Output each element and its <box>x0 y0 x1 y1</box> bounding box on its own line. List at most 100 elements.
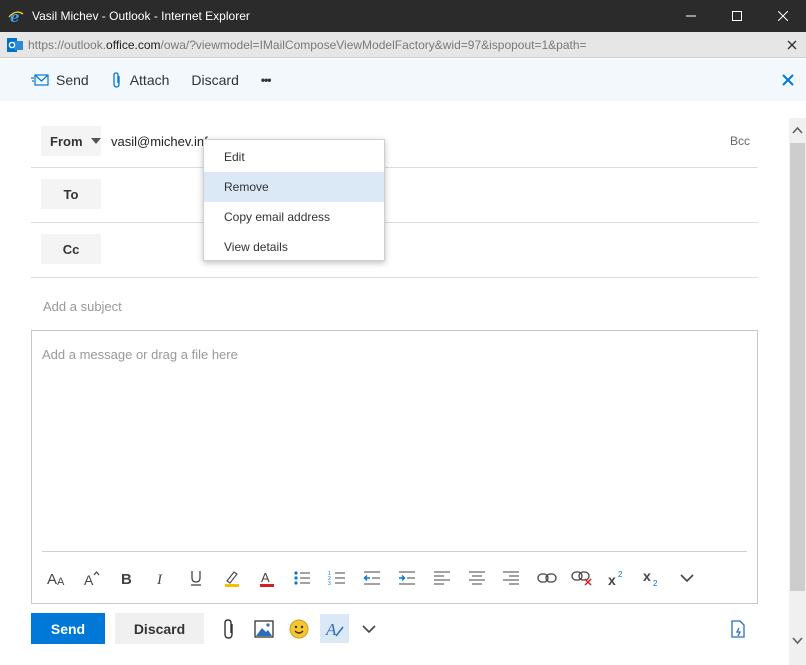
cc-label: Cc <box>62 241 80 257</box>
url-text[interactable]: https://outlook.office.com/owa/?viewmode… <box>28 38 768 52</box>
maximize-button[interactable] <box>714 0 760 32</box>
align-center-icon <box>469 571 485 585</box>
bullets-icon <box>294 571 310 585</box>
more-bottom-button[interactable] <box>356 616 382 642</box>
align-right-button[interactable] <box>500 567 522 589</box>
window-title: Vasil Michev - Outlook - Internet Explor… <box>32 9 250 23</box>
svg-text:2: 2 <box>653 579 658 587</box>
toolbar-attach-button[interactable]: Attach <box>111 72 169 88</box>
close-window-button[interactable] <box>760 0 806 32</box>
insert-link-button[interactable] <box>536 567 558 589</box>
more-options-icon <box>680 574 694 583</box>
svg-text:x: x <box>608 572 616 586</box>
address-bar[interactable]: https://outlook.office.com/owa/?viewmode… <box>0 32 806 58</box>
italic-button[interactable]: I <box>151 567 173 589</box>
popout-options-button[interactable] <box>725 616 751 642</box>
menu-item-label: View details <box>224 240 288 254</box>
paperclip-icon <box>224 619 233 639</box>
compose-toolbar: Send Attach Discard ••• <box>0 59 806 101</box>
subscript-button[interactable]: x2 <box>641 567 663 589</box>
svg-text:A: A <box>325 620 337 639</box>
message-body[interactable] <box>31 330 758 604</box>
decrease-indent-icon <box>363 571 380 585</box>
menu-item-copy-email-address[interactable]: Copy email address <box>204 202 384 232</box>
toolbar-more-button[interactable]: ••• <box>260 73 272 87</box>
close-icon[interactable] <box>784 37 800 53</box>
remove-link-icon <box>571 571 592 586</box>
increase-indent-button[interactable] <box>396 567 418 589</box>
menu-item-view-details[interactable]: View details <box>204 232 384 262</box>
subscript-icon: x2 <box>643 569 658 587</box>
svg-text:2: 2 <box>618 570 623 579</box>
scroll-up-arrow-icon[interactable] <box>791 124 804 137</box>
menu-item-edit[interactable]: Edit <box>204 142 384 172</box>
font-size-button[interactable]: AA <box>46 567 68 589</box>
send-button[interactable]: Send <box>31 613 105 644</box>
svg-text:A: A <box>261 570 270 585</box>
send-icon <box>31 74 49 86</box>
from-label: From <box>50 133 83 149</box>
highlight-button[interactable] <box>221 567 243 589</box>
maximize-icon <box>732 11 742 21</box>
document-lightning-icon <box>731 620 745 638</box>
scrollbar-thumb[interactable] <box>790 143 805 591</box>
font-color-button[interactable]: A <box>256 567 278 589</box>
numbering-button[interactable]: 123 <box>326 567 348 589</box>
toolbar-send-button[interactable]: Send <box>31 72 89 88</box>
toolbar-discard-label: Discard <box>191 72 239 88</box>
discard-button[interactable]: Discard <box>115 613 204 644</box>
bold-icon: B <box>121 571 132 586</box>
menu-item-remove[interactable]: Remove <box>204 172 384 202</box>
smiley-icon <box>289 619 309 639</box>
underline-icon <box>191 571 201 586</box>
bcc-link[interactable]: Bcc <box>730 134 750 148</box>
remove-link-button[interactable] <box>571 567 593 589</box>
to-label: To <box>63 186 79 202</box>
close-compose-icon[interactable] <box>780 72 796 88</box>
subject-input[interactable]: Add a subject <box>43 299 122 314</box>
bullets-button[interactable] <box>291 567 313 589</box>
align-left-icon <box>434 571 450 585</box>
window-titlebar: e Vasil Michev - Outlook - Internet Expl… <box>0 0 806 32</box>
picture-icon <box>254 620 274 638</box>
more-icon: ••• <box>260 73 272 87</box>
grow-font-icon: A <box>84 571 100 586</box>
insert-link-icon <box>537 573 557 583</box>
paperclip-icon <box>113 72 120 88</box>
italic-icon: I <box>156 572 163 586</box>
numbering-icon: 123 <box>328 571 345 586</box>
minimize-button[interactable] <box>668 0 714 32</box>
insert-picture-button[interactable] <box>251 616 277 642</box>
svg-text:I: I <box>156 572 163 586</box>
toolbar-discard-button[interactable]: Discard <box>191 72 238 88</box>
chevron-down-icon <box>90 138 101 144</box>
divider <box>31 222 758 223</box>
align-left-button[interactable] <box>431 567 453 589</box>
svg-text:A: A <box>47 571 57 586</box>
superscript-button[interactable]: x2 <box>606 567 628 589</box>
superscript-icon: x2 <box>608 570 623 586</box>
svg-text:A: A <box>57 576 65 586</box>
cc-button[interactable]: Cc <box>41 234 101 264</box>
chevron-down-icon <box>362 625 376 634</box>
bold-button[interactable]: B <box>116 567 138 589</box>
grow-font-button[interactable]: A <box>81 567 103 589</box>
from-address[interactable]: vasil@michev.info <box>111 134 215 149</box>
url-prefix: https://outlook. <box>28 37 107 52</box>
outlook-icon <box>7 37 23 52</box>
discard-button-label: Discard <box>133 620 186 637</box>
scroll-down-arrow-icon[interactable] <box>791 634 804 647</box>
attach-file-button[interactable] <box>216 616 242 642</box>
url-path: /owa/?viewmodel=IMailComposeViewModelFac… <box>160 37 587 52</box>
emoji-button[interactable] <box>286 616 312 642</box>
align-center-button[interactable] <box>466 567 488 589</box>
formatting-toggle-button[interactable]: A <box>320 614 349 643</box>
more-options-button[interactable] <box>676 567 698 589</box>
svg-text:A: A <box>84 572 94 586</box>
svg-text:x: x <box>643 569 651 584</box>
send-button-label: Send <box>50 620 86 637</box>
from-button[interactable]: From <box>41 126 101 156</box>
decrease-indent-button[interactable] <box>361 567 383 589</box>
underline-button[interactable] <box>185 567 207 589</box>
to-button[interactable]: To <box>41 179 101 209</box>
